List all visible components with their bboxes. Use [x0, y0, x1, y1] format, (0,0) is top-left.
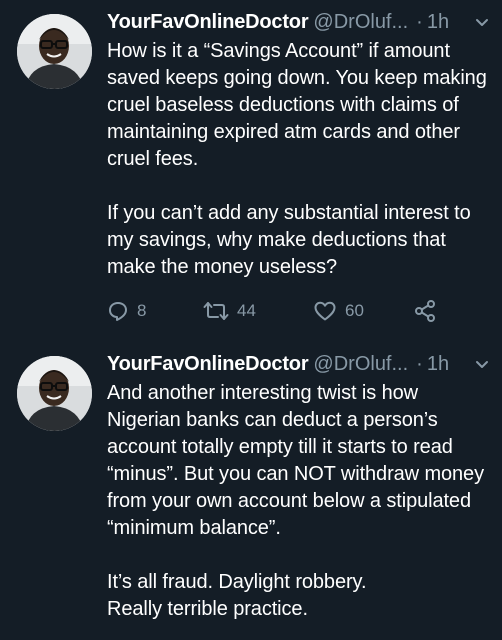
tweet-text: And another interesting twist is how Nig… [107, 380, 495, 623]
avatar[interactable] [17, 356, 92, 431]
tweet-paragraph: And another interesting twist is how Nig… [107, 382, 484, 539]
share-icon [415, 300, 435, 322]
reply-button[interactable]: 8 [107, 296, 146, 326]
share-button[interactable] [413, 296, 437, 326]
retweet-button[interactable]: 44 [203, 296, 256, 326]
tweet-actions: 8 44 60 [107, 296, 467, 326]
user-handle[interactable]: @DrOluf... [313, 11, 408, 33]
like-button[interactable]: 60 [313, 296, 364, 326]
separator: · [416, 11, 423, 33]
tweet-paragraph: It’s all fraud. Daylight robbery. Really… [107, 571, 367, 620]
user-handle[interactable]: @DrOluf... [313, 353, 408, 375]
chevron-down-icon[interactable] [472, 354, 492, 374]
tweet[interactable]: YourFavOnlineDoctor @DrOluf... · 1h How is … [0, 0, 502, 342]
tweet-text: How is it a “Savings Account” if amount … [107, 38, 495, 281]
tweet-paragraph: How is it a “Savings Account” if amount … [107, 40, 487, 170]
display-name[interactable]: YourFavOnlineDoctor [107, 353, 309, 375]
reply-count: 8 [137, 301, 147, 320]
tweet[interactable]: YourFavOnlineDoctor @DrOluf... · 1h And ano… [0, 342, 502, 640]
avatar[interactable] [17, 14, 92, 89]
tweet-header: YourFavOnlineDoctor @DrOluf... · 1h [107, 350, 492, 378]
tweet-header: YourFavOnlineDoctor @DrOluf... · 1h [107, 8, 492, 36]
separator: · [416, 353, 423, 375]
tweet-paragraph: If you can’t add any substantial interes… [107, 202, 471, 278]
retweet-icon [203, 302, 229, 320]
retweet-count: 44 [237, 301, 256, 320]
display-name[interactable]: YourFavOnlineDoctor [107, 11, 309, 33]
timestamp[interactable]: 1h [427, 353, 449, 375]
chevron-down-icon[interactable] [472, 12, 492, 32]
like-count: 60 [345, 301, 364, 320]
timestamp[interactable]: 1h [427, 11, 449, 33]
heart-icon [314, 301, 336, 321]
reply-icon [109, 302, 127, 321]
